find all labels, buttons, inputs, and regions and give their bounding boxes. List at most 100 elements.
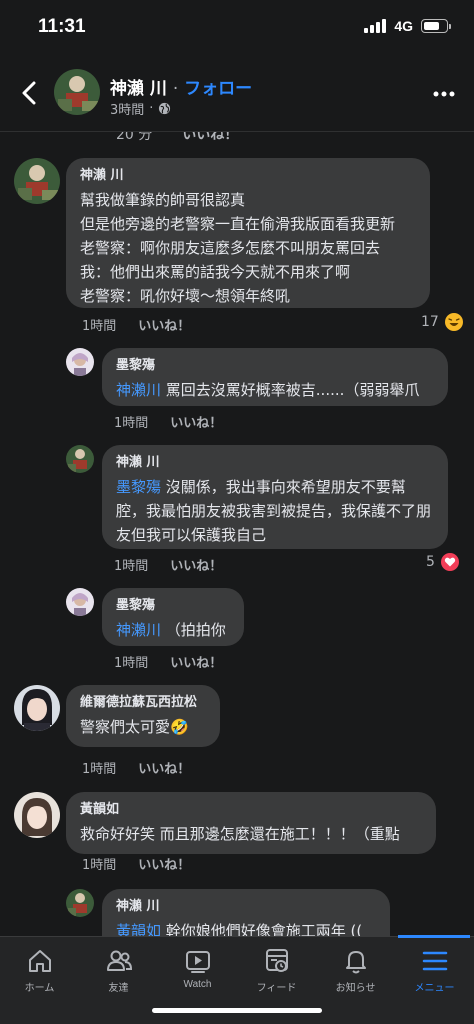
separator: · [172, 79, 179, 99]
reaction-summary[interactable]: 17 [421, 313, 463, 331]
comment-meta: 1時間 いいね！ [82, 758, 190, 777]
post-time: 3時間 [110, 103, 145, 118]
tab-notifications[interactable]: お知らせ [316, 937, 395, 997]
like-link[interactable]: いいね！ [138, 315, 190, 334]
like-link[interactable]: いいね！ [182, 132, 238, 144]
comment-bubble[interactable]: 黃韻如 救命好好笑 而且那邊怎麼還在施工！！！（重點 [66, 792, 436, 854]
comment-time: 1時間 [114, 559, 149, 574]
comment-author[interactable]: 墨黎殤 [116, 597, 230, 615]
follow-button[interactable]: フォロー [184, 79, 252, 99]
comment-time: 20 分 [116, 132, 153, 143]
like-link[interactable]: いいね！ [170, 555, 222, 574]
reaction-summary[interactable]: 5 [426, 553, 459, 571]
reaction-count: 17 [421, 314, 439, 330]
tab-menu[interactable]: メニュー [395, 937, 474, 997]
like-link[interactable]: いいね！ [170, 652, 222, 671]
mention-link[interactable]: 墨黎殤 [116, 478, 161, 496]
comment-body: 罵回去沒罵好概率被吉......（弱弱舉爪 [161, 381, 420, 399]
commenter-avatar[interactable] [14, 792, 60, 838]
comment-meta: 1時間 いいね！ [114, 555, 222, 574]
home-icon [28, 950, 51, 972]
tab-feed[interactable]: フィード [237, 937, 316, 997]
comment-meta: 1時間 いいね！ [82, 854, 190, 873]
comment-bubble[interactable]: 維爾德拉蘇瓦西拉松 警察們太可愛🤣 [66, 685, 220, 747]
tab-label: Watch [183, 979, 212, 990]
tab-watch[interactable]: Watch [158, 937, 237, 997]
reply-bubble[interactable]: 神瀨 川 墨黎殤 沒關係，我出事向來希望朋友不要幫腔，我最怕朋友被我害到被提告，… [102, 445, 448, 549]
author-line: 神瀨 川 · フォロー [110, 74, 252, 99]
comment-text: 墨黎殤 沒關係，我出事向來希望朋友不要幫腔，我最怕朋友被我害到被提告，我保護不了… [116, 475, 434, 547]
status-bar: 11:31 4G [0, 0, 474, 56]
reaction-count: 5 [426, 554, 435, 570]
post-header: 神瀨 川 · フォロー 3時間 · [0, 56, 474, 132]
commenter-avatar[interactable] [66, 348, 94, 376]
comment-time: 1時間 [82, 762, 117, 777]
comment-line: 老警察：吼你好壞～想領年終吼 [80, 287, 291, 305]
battery-icon [421, 19, 451, 33]
mention-link[interactable]: 神瀨川 [116, 621, 161, 639]
post-meta: 3時間 · [110, 99, 171, 118]
comment-author[interactable]: 黃韻如 [80, 801, 422, 819]
love-icon [440, 553, 459, 571]
meta-dot: · [149, 101, 154, 116]
author-name[interactable]: 神瀨 川 [110, 79, 167, 99]
signal-icon [364, 19, 387, 33]
comments-feed[interactable]: 20 分 いいね！ 神瀨 川 幫我做筆錄的帥哥很認真 但是他旁邊的老警察一直在偷… [0, 132, 474, 936]
reply-bubble[interactable]: 墨黎殤 神瀨川 罵回去沒罵好概率被吉......（弱弱舉爪 [102, 348, 448, 406]
comment-meta: 1時間 いいね！ [114, 652, 222, 671]
more-options-button[interactable] [430, 82, 458, 106]
comment-author[interactable]: 神瀨 川 [116, 898, 376, 916]
tab-label: フィード [256, 983, 297, 994]
comment-meta: 1時間 いいね！ [114, 412, 222, 431]
watch-icon [185, 951, 210, 973]
reply-bubble[interactable]: 神瀨 川 黃韻如 幹你娘他們好像會施工兩年 (( [102, 889, 390, 936]
more-icon [433, 91, 455, 97]
tab-label: お知らせ [335, 983, 376, 994]
menu-icon [422, 951, 447, 971]
commenter-avatar[interactable] [14, 158, 60, 204]
commenter-avatar[interactable] [66, 588, 94, 616]
home-indicator[interactable] [152, 1008, 322, 1013]
mention-link[interactable]: 神瀨川 [116, 381, 161, 399]
comment-time: 1時間 [82, 319, 117, 334]
comment-time: 1時間 [82, 858, 117, 873]
back-button[interactable] [14, 76, 44, 110]
reply-bubble[interactable]: 墨黎殤 神瀨川 （拍拍你 [102, 588, 244, 646]
status-time: 11:31 [38, 16, 86, 37]
comment-text: 神瀨川 罵回去沒罵好概率被吉......（弱弱舉爪 [116, 378, 434, 402]
tab-home[interactable]: ホーム [0, 937, 79, 997]
like-link[interactable]: いいね！ [170, 412, 222, 431]
like-link[interactable]: いいね！ [138, 854, 190, 873]
like-link[interactable]: いいね！ [138, 758, 190, 777]
comment-author[interactable]: 墨黎殤 [116, 357, 434, 375]
comment-bubble[interactable]: 神瀨 川 幫我做筆錄的帥哥很認真 但是他旁邊的老警察一直在偷滑我版面看我更新 老… [66, 158, 430, 308]
comment-body: 警察們太可愛🤣 [80, 718, 189, 736]
globe-icon [159, 102, 171, 115]
tab-label: ホーム [24, 983, 55, 994]
comment-body: 幹你娘他們好像會施工兩年 (( [161, 922, 363, 936]
status-indicators: 4G [364, 18, 451, 34]
comment-text: 黃韻如 幹你娘他們好像會施工兩年 (( [116, 919, 376, 936]
author-avatar[interactable] [54, 69, 100, 115]
comment-author[interactable]: 神瀨 川 [80, 167, 416, 185]
feed-icon [265, 949, 288, 972]
comment-line: 幫我做筆錄的帥哥很認真 [80, 191, 246, 209]
haha-icon [444, 313, 463, 331]
chevron-left-icon [22, 81, 36, 105]
comment-time: 1時間 [114, 416, 149, 431]
tab-label: メニュー [414, 983, 455, 994]
truncated-comment-meta: 20 分 いいね！ [116, 132, 238, 144]
commenter-avatar[interactable] [66, 445, 94, 473]
comment-body: （拍拍你 [161, 621, 226, 639]
comment-body: 沒關係，我出事向來希望朋友不要幫腔，我最怕朋友被我害到被提告，我保護不了朋友但我… [116, 478, 432, 544]
comment-text: 神瀨川 （拍拍你 [116, 618, 230, 642]
network-type: 4G [394, 18, 413, 34]
commenter-avatar[interactable] [66, 889, 94, 917]
mention-link[interactable]: 黃韻如 [116, 922, 161, 936]
tab-friends[interactable]: 友達 [79, 937, 158, 997]
comment-meta: 1時間 いいね！ [82, 315, 190, 334]
comment-author[interactable]: 神瀨 川 [116, 454, 434, 472]
comment-line: 老警察：啊你朋友這麼多怎麼不叫朋友罵回去 [80, 239, 381, 257]
commenter-avatar[interactable] [14, 685, 60, 731]
comment-author[interactable]: 維爾德拉蘇瓦西拉松 [80, 694, 206, 712]
